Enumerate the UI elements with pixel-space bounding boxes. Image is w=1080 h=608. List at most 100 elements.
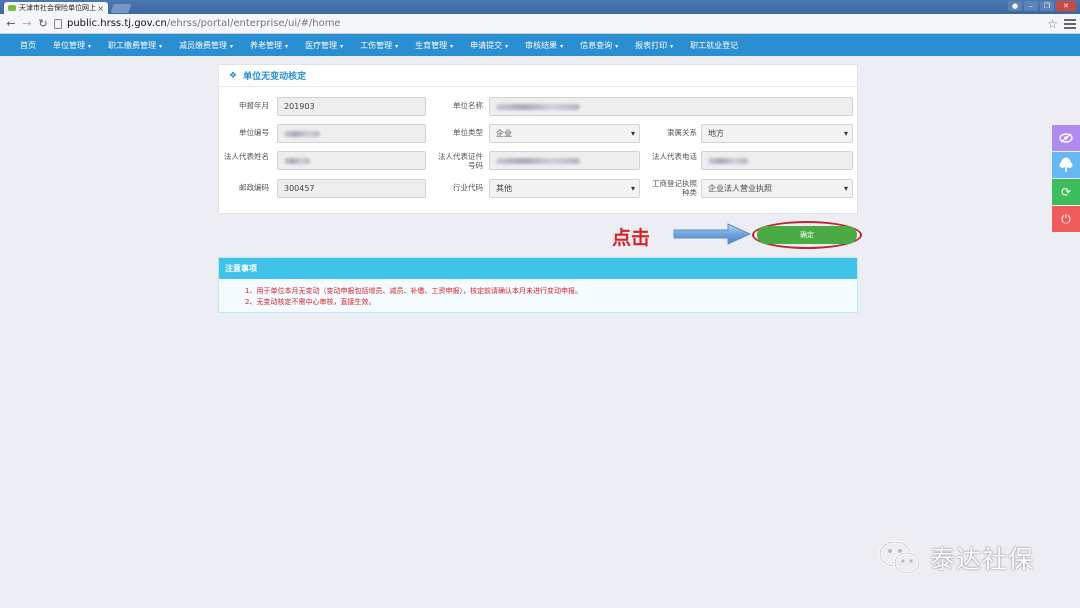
- tab-title: 天津市社会保险单位网上: [19, 4, 96, 12]
- restore-icon[interactable]: ❐: [1040, 1, 1054, 11]
- industry-label: 行业代码: [453, 183, 483, 192]
- refresh-icon[interactable]: ⟳: [1052, 179, 1080, 205]
- bookmark-star-icon[interactable]: ☆: [1047, 17, 1058, 31]
- notes-line: 2、无变动核定不需中心审核，直接生效。: [245, 298, 376, 306]
- notes-panel: 注意事项 1、用于单位本月无变动（变动申报包括增员、减员、补缴、工资申报），核定…: [218, 257, 858, 313]
- industry-value: 其他: [496, 184, 512, 193]
- nav-item-label: 职工缴费管理: [108, 40, 157, 50]
- nav-item-label: 审核结果: [525, 40, 558, 50]
- chevron-down-icon: ▾: [88, 42, 92, 50]
- nav-item-employee-payment[interactable]: 职工缴费管理 ▾: [108, 40, 162, 51]
- nav-item-unit-management[interactable]: 单位管理 ▾: [53, 40, 91, 51]
- click-annotation: 点击: [612, 227, 651, 249]
- unit-name-label: 单位名称: [453, 101, 483, 110]
- watermark-text: 泰达社保: [930, 545, 1035, 574]
- wechat-icon: [878, 540, 921, 575]
- industry-select[interactable]: 其他: [489, 179, 640, 198]
- unit-code-label: 单位编号: [239, 128, 269, 137]
- tree-icon[interactable]: [1052, 152, 1080, 178]
- nav-item-info-query[interactable]: 信息查询 ▾: [580, 40, 618, 51]
- nav-item-medical[interactable]: 医疗管理 ▾: [305, 40, 343, 51]
- tab-close-icon[interactable]: ×: [97, 4, 104, 13]
- nav-item-label: 职工就业登记: [690, 40, 739, 50]
- nav-item-label: 报表打印: [635, 40, 668, 50]
- redacted-value: [284, 130, 320, 137]
- diamond-icon: ❖: [229, 70, 238, 81]
- window-controls: ● – ❐ ✕: [1008, 1, 1076, 11]
- nav-item-label: 减员缴费管理: [179, 40, 228, 50]
- postcode-value: 300457: [284, 184, 315, 193]
- user-icon[interactable]: ●: [1008, 1, 1022, 11]
- legal-rep-name-field[interactable]: [277, 151, 426, 170]
- browser-tabstrip: 天津市社会保险单位网上 × ● – ❐ ✕: [0, 0, 1080, 14]
- power-icon[interactable]: ⏻: [1052, 206, 1080, 232]
- legal-rep-id-field[interactable]: [489, 151, 640, 170]
- chevron-down-icon: ▾: [159, 42, 163, 50]
- unit-code-field[interactable]: [277, 124, 426, 143]
- chevron-down-icon: ▾: [615, 42, 619, 50]
- unit-type-select[interactable]: 企业: [489, 124, 640, 143]
- eye-off-icon[interactable]: [1052, 125, 1080, 151]
- nav-item-label: 首页: [20, 40, 36, 50]
- browser-tab[interactable]: 天津市社会保险单位网上 ×: [4, 2, 108, 14]
- nav-item-submit[interactable]: 申请提交 ▾: [470, 40, 508, 51]
- page-title: 单位无变动核定: [243, 72, 307, 82]
- legal-rep-name-label: 法人代表姓名: [224, 152, 269, 161]
- panel-header: ❖ 单位无变动核定: [219, 65, 857, 87]
- chevron-down-icon: ▾: [340, 42, 344, 50]
- nav-item-work-injury[interactable]: 工伤管理 ▾: [360, 40, 398, 51]
- notes-title: 注意事项: [219, 258, 857, 279]
- minimize-icon[interactable]: –: [1024, 1, 1038, 11]
- legal-rep-phone-label: 法人代表电话: [652, 152, 697, 161]
- chevron-down-icon: ▾: [670, 42, 674, 50]
- main-nav: 首页 单位管理 ▾ 职工缴费管理 ▾ 减员缴费管理 ▾ 养老管理 ▾ 医疗管理 ▾ 工伤管…: [0, 34, 1080, 56]
- url-host: public.hrss.tj.gov.cn: [67, 18, 167, 29]
- nav-item-label: 养老管理: [250, 40, 283, 50]
- notes-line: 1、用于单位本月无变动（变动申报包括增员、减员、补缴、工资申报），核定前请确认本…: [245, 287, 582, 295]
- unit-type-label: 单位类型: [453, 128, 483, 137]
- nav-item-employment-registration[interactable]: 职工就业登记: [690, 40, 738, 51]
- browser-toolbar: ← → ↻ public.hrss.tj.gov.cn/ehrss/portal…: [0, 14, 1080, 34]
- chevron-down-icon: ▾: [450, 42, 454, 50]
- chevron-down-icon: ▾: [395, 42, 399, 50]
- redacted-value: [496, 157, 580, 164]
- page-icon: [54, 18, 62, 29]
- arrow-right-icon: [673, 223, 752, 245]
- unit-name-field[interactable]: [489, 97, 853, 116]
- legal-rep-phone-field[interactable]: [701, 151, 853, 170]
- back-icon[interactable]: ←: [4, 17, 18, 31]
- nav-item-report-print[interactable]: 报表打印 ▾: [635, 40, 673, 51]
- license-type-value: 企业法人营业执照: [708, 184, 772, 193]
- forward-icon[interactable]: →: [20, 17, 34, 31]
- nav-item-label: 生育管理: [415, 40, 448, 50]
- address-bar[interactable]: public.hrss.tj.gov.cn/ehrss/portal/enter…: [54, 16, 1047, 31]
- license-type-label: 工商登记执照种类: [652, 179, 697, 197]
- postcode-label: 邮政编码: [239, 183, 269, 192]
- license-type-select[interactable]: 企业法人营业执照: [701, 179, 853, 198]
- browser-menu-icon[interactable]: [1064, 18, 1076, 29]
- declare-month-value: 201903: [284, 102, 315, 111]
- legal-rep-id-label: 法人代表证件号码: [438, 152, 483, 170]
- nav-item-label: 申请提交: [470, 40, 503, 50]
- confirm-button[interactable]: 确定: [757, 226, 857, 244]
- redacted-value: [496, 103, 580, 110]
- nav-item-pension[interactable]: 养老管理 ▾: [250, 40, 288, 51]
- reload-icon[interactable]: ↻: [36, 17, 50, 31]
- nav-item-label: 医疗管理: [305, 40, 338, 50]
- unit-no-change-panel: ❖ 单位无变动核定 申报年月 201903 单位名称 单位编号 单位类型 企业 …: [218, 64, 858, 214]
- affiliation-value: 地方: [708, 129, 724, 138]
- nav-item-maternity[interactable]: 生育管理 ▾: [415, 40, 453, 51]
- close-window-icon[interactable]: ✕: [1056, 1, 1076, 11]
- nav-item-reduction-payment[interactable]: 减员缴费管理 ▾: [179, 40, 233, 51]
- site-favicon-icon: [8, 5, 16, 11]
- affiliation-select[interactable]: 地方: [701, 124, 853, 143]
- postcode-field[interactable]: 300457: [277, 179, 426, 198]
- affiliation-label: 隶属关系: [667, 128, 697, 137]
- declare-month-field[interactable]: 201903: [277, 97, 426, 116]
- new-tab-button[interactable]: [110, 4, 132, 13]
- nav-item-label: 信息查询: [580, 40, 613, 50]
- nav-item-review-results[interactable]: 审核结果 ▾: [525, 40, 563, 51]
- declare-month-label: 申报年月: [239, 101, 269, 110]
- nav-item-home[interactable]: 首页: [20, 40, 36, 51]
- chevron-down-icon: ▾: [560, 42, 564, 50]
